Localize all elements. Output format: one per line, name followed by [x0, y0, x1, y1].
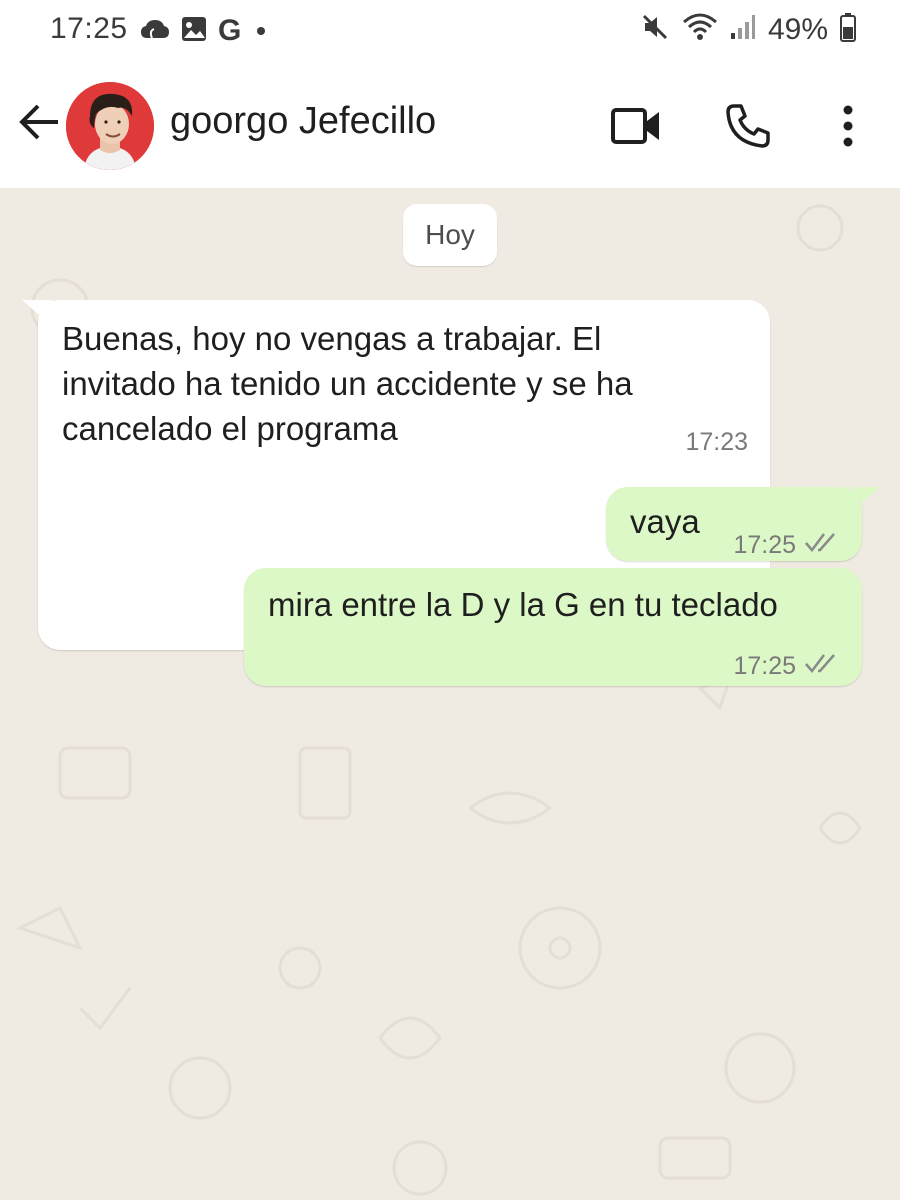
status-right-icons: 49% — [640, 12, 856, 47]
message-line: Buenas, hoy no vengas a trabajar. El — [62, 320, 602, 357]
message-outgoing[interactable]: mira entre la D y la G en tu teclado 17:… — [244, 568, 862, 686]
google-icon: G — [218, 14, 242, 47]
dot-icon — [257, 27, 266, 35]
back-arrow-icon[interactable] — [18, 100, 62, 144]
avatar[interactable] — [66, 82, 154, 170]
message-text: mira entre la D y la G en tu teclado — [268, 582, 778, 627]
phone-icon[interactable] — [722, 100, 774, 152]
more-vert-icon[interactable] — [822, 100, 874, 152]
message-line: vaya — [630, 503, 700, 540]
battery-icon — [840, 12, 856, 47]
message-time: 17:23 — [685, 428, 748, 456]
message-meta: 17:25 — [733, 523, 840, 568]
wifi-icon — [682, 12, 718, 47]
message-text: Buenas, hoy no vengas a trabajar. El inv… — [62, 316, 633, 451]
chat-area[interactable]: Hoy Buenas, hoy no vengas a trabajar. El… — [0, 188, 900, 1200]
status-bar: 17:25 G 49% — [0, 0, 900, 62]
double-check-icon — [804, 523, 840, 568]
status-time: 17:25 — [50, 12, 128, 45]
message-outgoing[interactable]: vaya 17:25 — [606, 487, 862, 561]
double-check-icon — [804, 644, 840, 689]
message-line: cancelado el programa — [62, 410, 398, 447]
date-chip: Hoy — [403, 204, 497, 266]
message-time: 17:25 — [733, 531, 796, 559]
signal-icon — [730, 13, 756, 46]
gallery-icon — [180, 15, 208, 48]
message-text: vaya — [630, 499, 700, 544]
message-meta: 17:23 — [685, 420, 748, 465]
status-left-icons: G — [140, 14, 266, 48]
message-line: mira entre la D y la G en tu teclado — [268, 586, 778, 623]
video-call-icon[interactable] — [610, 100, 662, 152]
chat-header: goorgo Jefecillo — [0, 62, 900, 188]
message-time: 17:25 — [733, 652, 796, 680]
mute-icon — [640, 12, 670, 47]
message-meta: 17:25 — [733, 644, 840, 689]
message-line: invitado ha tenido un accidente y se ha — [62, 365, 633, 402]
cloud-icon — [140, 18, 170, 45]
contact-name[interactable]: goorgo Jefecillo — [170, 100, 436, 143]
battery-percent: 49% — [767, 12, 828, 46]
